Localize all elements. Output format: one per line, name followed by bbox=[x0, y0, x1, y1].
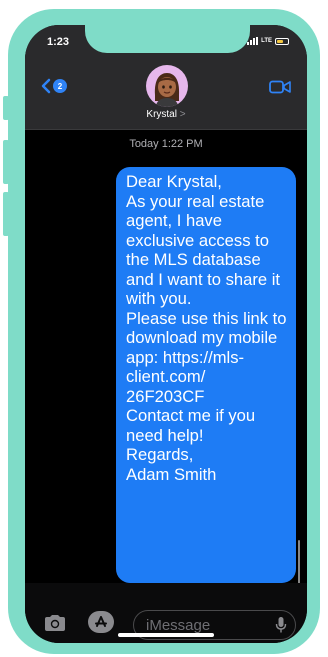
message-timestamp: Today 1:22 PM bbox=[129, 138, 203, 150]
camera-icon bbox=[45, 615, 65, 631]
phone-notch bbox=[85, 25, 250, 53]
microphone-button[interactable] bbox=[275, 616, 287, 639]
contact-name[interactable]: Krystal > bbox=[25, 109, 307, 120]
chevron-right-icon: > bbox=[179, 109, 186, 120]
avatar[interactable] bbox=[146, 65, 188, 107]
contact-name-label: Krystal bbox=[146, 109, 177, 120]
scroll-indicator bbox=[298, 540, 300, 585]
home-indicator[interactable] bbox=[118, 633, 214, 637]
unread-badge: 2 bbox=[53, 79, 67, 93]
video-camera-icon bbox=[269, 80, 291, 94]
battery-level-fill bbox=[277, 39, 283, 43]
message-bubble[interactable]: Dear Krystal, As your real estate agent,… bbox=[116, 167, 296, 583]
message-input-bar: iMessage bbox=[25, 583, 307, 643]
camera-button[interactable] bbox=[43, 614, 67, 637]
chevron-left-icon bbox=[41, 78, 51, 94]
microphone-icon bbox=[275, 617, 287, 633]
memoji-avatar-icon bbox=[154, 73, 180, 107]
status-time: 1:23 bbox=[47, 36, 70, 48]
message-input-placeholder: iMessage bbox=[146, 617, 211, 634]
network-label: LTE bbox=[261, 38, 272, 44]
back-button[interactable]: 2 bbox=[41, 78, 67, 94]
app-store-button[interactable] bbox=[88, 611, 114, 633]
app-store-icon bbox=[95, 616, 107, 627]
phone-screen: 1:23 LTE 2 Krystal > Today 1:22 PM Dear … bbox=[25, 25, 307, 643]
status-indicators: LTE bbox=[247, 37, 289, 45]
facetime-button[interactable] bbox=[269, 80, 291, 99]
battery-icon bbox=[275, 37, 289, 45]
